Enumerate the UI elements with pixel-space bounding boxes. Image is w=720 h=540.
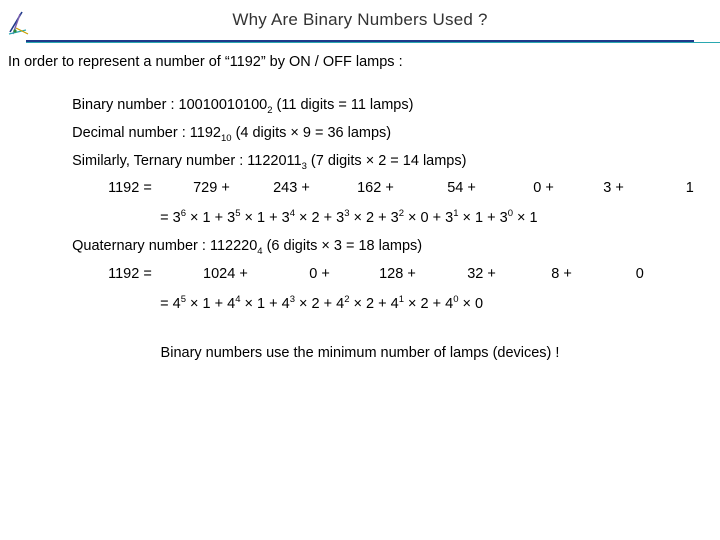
quaternary-exp-4: 41 × 2 + xyxy=(390,294,446,312)
quaternary-term-5: 0 xyxy=(635,266,644,282)
slide-canvas: Why Are Binary Numbers Used ? In order t… xyxy=(0,0,720,540)
quaternary-exp-mult-1: × 1 + xyxy=(240,295,282,312)
divider-teal xyxy=(26,42,720,43)
quaternary-exp-mult-2: × 2 + xyxy=(295,295,337,312)
page-title: Why Are Binary Numbers Used ? xyxy=(232,10,488,29)
quaternary-exp-base-2: 4 xyxy=(281,295,290,312)
quaternary-exp-base-1: 4 xyxy=(227,295,236,312)
ternary-exp-mult-5: × 1 + xyxy=(458,209,500,226)
conclusion-text: Binary numbers use the minimum number of… xyxy=(160,345,560,361)
quaternary-exp-mult-0: × 1 + xyxy=(186,295,228,312)
ternary-exp-base-6: 3 xyxy=(499,209,508,226)
quaternary-exp-2: 43 × 2 + xyxy=(281,294,337,312)
ternary-term-5: 3 + xyxy=(603,180,624,196)
quaternary-exp-5: 40 × 0 xyxy=(445,294,484,312)
quaternary-exp-3: 42 × 2 + xyxy=(336,294,391,312)
ternary-exp-base-5: 3 xyxy=(445,209,454,226)
quaternary-expansion-row: = 45 × 1 + 44 × 1 + 43 × 2 + 42 × 2 + 41… xyxy=(144,278,483,328)
ternary-exp-mult-6: × 1 xyxy=(513,209,538,226)
quaternary-exp-base-0: 4 xyxy=(172,295,181,312)
quaternary-term-4: 8 + xyxy=(551,266,572,282)
quaternary-exp-mult-4: × 2 + xyxy=(404,295,446,312)
quaternary-exp-base-3: 4 xyxy=(336,295,345,312)
quaternary-exp-mult-5: × 0 xyxy=(458,295,484,312)
intro-text: In order to represent a number of “1192”… xyxy=(8,54,403,70)
quaternary-exp-0: 45 × 1 + xyxy=(172,294,228,312)
quaternary-exp-1: 44 × 1 + xyxy=(227,294,282,312)
ternary-exp-6: 30 × 1 xyxy=(499,208,538,226)
quaternary-exp-mult-3: × 2 + xyxy=(349,295,391,312)
quaternary-exp-base-4: 4 xyxy=(390,295,399,312)
ternary-term-6: 1 xyxy=(685,180,694,196)
ternary-exp-5: 31 × 1 + xyxy=(445,208,500,226)
quaternary-exp-base-5: 4 xyxy=(445,295,454,312)
quaternary-expansion-equals: = xyxy=(160,295,173,312)
